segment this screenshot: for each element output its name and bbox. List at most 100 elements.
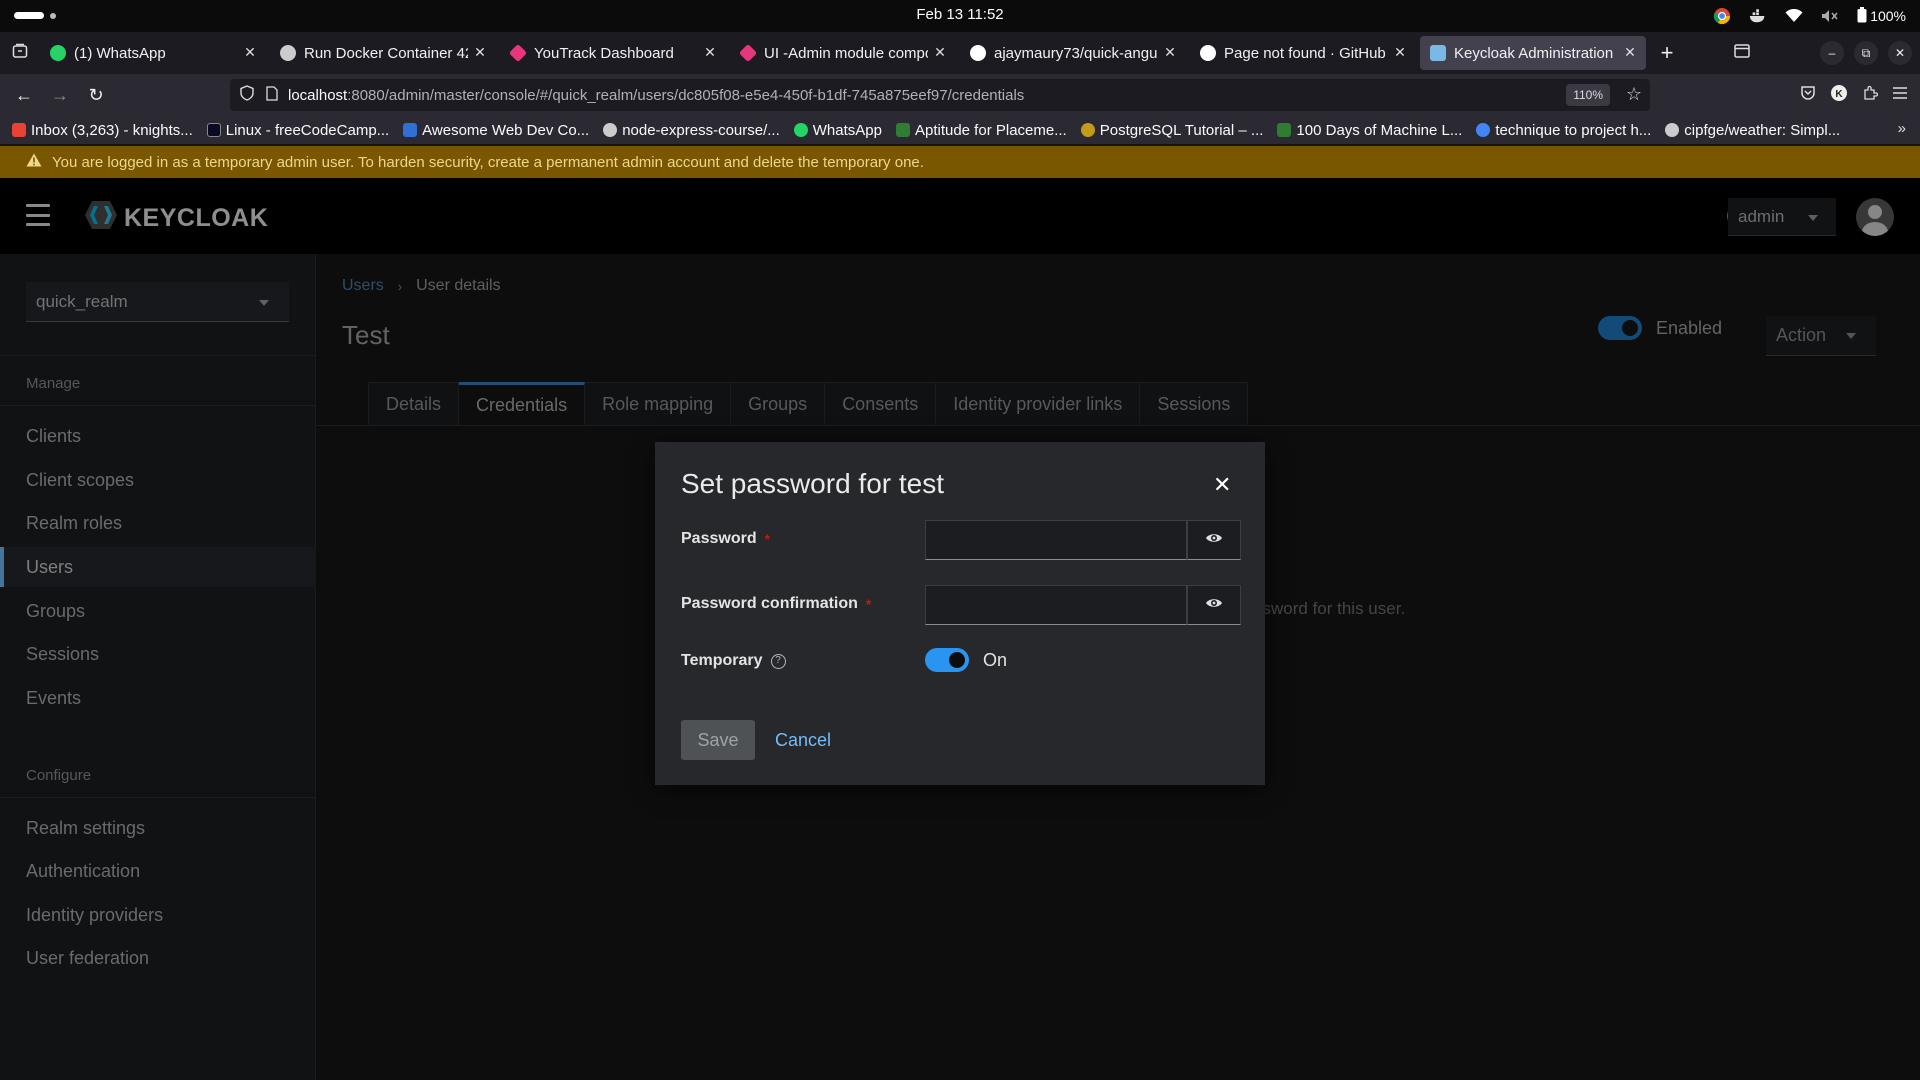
pocket-icon[interactable] xyxy=(1800,85,1816,106)
temporary-admin-warning-banner: You are logged in as a temporary admin u… xyxy=(0,146,1920,178)
system-tray[interactable]: 100% xyxy=(1713,0,1906,32)
bookmark-item[interactable]: 100 Days of Machine L... xyxy=(1277,122,1462,139)
window-controls: – ⧉ ✕ xyxy=(1734,36,1912,70)
browser-navigation-bar: ← → ↻ localhost:8080/admin/master/consol… xyxy=(0,74,1920,116)
zoom-level[interactable]: 110% xyxy=(1566,84,1610,106)
forward-arrow-icon: → xyxy=(51,84,69,105)
minimize-button[interactable]: – xyxy=(1820,41,1844,65)
page-icon[interactable] xyxy=(266,85,278,105)
tab-overview-icon xyxy=(12,43,28,64)
volume-muted-icon xyxy=(1821,7,1839,25)
help-icon[interactable]: ? xyxy=(770,653,786,669)
site-icon xyxy=(895,123,910,137)
bookmark-item[interactable]: PostgreSQL Tutorial – ... xyxy=(1080,121,1264,139)
bookmark-label: PostgreSQL Tutorial – ... xyxy=(1099,121,1264,139)
bookmark-item[interactable]: Inbox (3,263) - knights... xyxy=(12,122,193,139)
password-label-text: Password xyxy=(681,530,757,547)
close-tab-icon[interactable]: ✕ xyxy=(932,44,948,60)
svg-text:K: K xyxy=(1835,89,1843,100)
bookmark-label: Inbox (3,263) - knights... xyxy=(31,121,193,139)
tab-label: ajaymaury73/quick-angul xyxy=(994,44,1158,62)
github-icon xyxy=(1200,45,1216,61)
shield-icon[interactable] xyxy=(240,85,254,105)
chrome-icon[interactable] xyxy=(1713,7,1731,25)
bookmark-label: node-express-course/... xyxy=(622,121,780,139)
restore-button[interactable]: ⧉ xyxy=(1854,41,1878,65)
bookmark-item[interactable]: Awesome Web Dev Co... xyxy=(403,122,589,139)
bookmark-item[interactable]: cipfge/weather: Simpl... xyxy=(1665,122,1840,139)
more-bookmarks-icon[interactable]: » xyxy=(1898,120,1906,137)
bookmark-item[interactable]: WhatsApp xyxy=(793,121,882,139)
close-tab-icon[interactable]: ✕ xyxy=(1622,44,1638,60)
browser-tab[interactable]: ajaymaury73/quick-angul ✕ xyxy=(960,36,1186,70)
reload-button[interactable]: ↻ xyxy=(78,79,114,111)
eye-icon xyxy=(1205,596,1223,614)
bookmark-item[interactable]: Aptitude for Placeme... xyxy=(895,121,1067,139)
youtrack-icon xyxy=(508,43,528,63)
show-confirmation-button[interactable] xyxy=(1187,585,1241,625)
address-bar[interactable]: localhost:8080/admin/master/console/#/qu… xyxy=(230,79,1650,111)
docker-icon[interactable] xyxy=(1749,7,1767,25)
account-icon[interactable]: K xyxy=(1830,84,1848,107)
bookmark-item[interactable]: technique to project h... xyxy=(1476,122,1651,139)
required-marker: * xyxy=(764,531,771,547)
temporary-state: On xyxy=(983,649,1008,670)
bookmark-label: WhatsApp xyxy=(812,121,882,139)
close-window-button[interactable]: ✕ xyxy=(1888,41,1912,65)
extensions-icon[interactable] xyxy=(1862,85,1879,106)
tab-label: YouTrack Dashboard xyxy=(534,44,674,62)
battery-indicator: 100% xyxy=(1857,6,1906,26)
github-icon xyxy=(970,45,986,61)
browser-tab[interactable]: (1) WhatsApp ✕ xyxy=(40,36,266,70)
close-icon[interactable]: ✕ xyxy=(1213,474,1231,496)
bookmark-item[interactable]: Linux - freeCodeCamp... xyxy=(206,121,390,139)
tab-overview-button[interactable] xyxy=(0,32,40,74)
temporary-toggle[interactable] xyxy=(925,648,969,672)
site-icon xyxy=(1277,123,1292,137)
bookmark-star-icon[interactable]: ☆ xyxy=(1626,84,1642,105)
youtrack-icon xyxy=(738,43,758,63)
password-label: Password * xyxy=(681,530,770,548)
bookmark-label: technique to project h... xyxy=(1495,121,1652,139)
menu-icon[interactable] xyxy=(1892,86,1908,105)
cancel-button[interactable]: Cancel xyxy=(775,720,831,760)
bookmark-label: Linux - freeCodeCamp... xyxy=(225,121,390,139)
close-tab-icon[interactable]: ✕ xyxy=(242,44,258,60)
tab-label: Keycloak Administration xyxy=(1454,44,1614,62)
temporary-label: Temporary ? xyxy=(681,652,786,670)
browser-tab[interactable]: YouTrack Dashboard ✕ xyxy=(500,36,726,70)
close-tab-icon[interactable]: ✕ xyxy=(702,44,718,60)
close-tab-icon[interactable]: ✕ xyxy=(1392,44,1408,60)
new-tab-button[interactable]: + xyxy=(1650,36,1684,70)
browser-tab[interactable]: UI -Admin module compo ✕ xyxy=(730,36,956,70)
keycloak-icon xyxy=(1430,45,1446,61)
minimize-icon: – xyxy=(1828,46,1836,60)
required-marker: * xyxy=(865,596,872,612)
system-top-bar: Feb 13 11:52 100% xyxy=(0,0,1920,32)
browser-tab-active[interactable]: Keycloak Administration ✕ xyxy=(1420,36,1646,70)
close-tab-icon[interactable]: ✕ xyxy=(1162,44,1178,60)
temporary-switch[interactable]: On xyxy=(925,648,1007,672)
password-confirmation-input[interactable] xyxy=(925,585,1187,625)
bookmark-label: Aptitude for Placeme... xyxy=(914,121,1067,139)
restore-icon: ⧉ xyxy=(1861,45,1871,60)
browser-tab[interactable]: Run Docker Container 42 ✕ xyxy=(270,36,496,70)
show-password-button[interactable] xyxy=(1187,520,1241,560)
password-input[interactable] xyxy=(925,520,1187,560)
save-button[interactable]: Save xyxy=(681,720,755,760)
reload-icon: ↻ xyxy=(88,84,104,105)
close-tab-icon[interactable]: ✕ xyxy=(472,44,488,60)
bookmark-item[interactable]: node-express-course/... xyxy=(603,122,780,139)
postgresql-icon xyxy=(1080,123,1095,137)
warning-icon xyxy=(26,153,42,171)
dialog-title: Set password for test xyxy=(681,468,945,499)
system-clock[interactable]: Feb 13 11:52 xyxy=(0,0,1920,32)
bookmark-label: Awesome Web Dev Co... xyxy=(422,121,590,139)
back-button[interactable]: ← xyxy=(6,79,42,111)
forward-button[interactable]: → xyxy=(42,79,78,111)
browser-tab[interactable]: Page not found · GitHub ✕ xyxy=(1190,36,1416,70)
tab-list-icon[interactable] xyxy=(1734,43,1750,63)
url-path: :8080/admin/master/console/#/quick_realm… xyxy=(347,86,1025,104)
gmail-icon xyxy=(12,123,26,137)
temporary-label-text: Temporary xyxy=(681,652,763,669)
